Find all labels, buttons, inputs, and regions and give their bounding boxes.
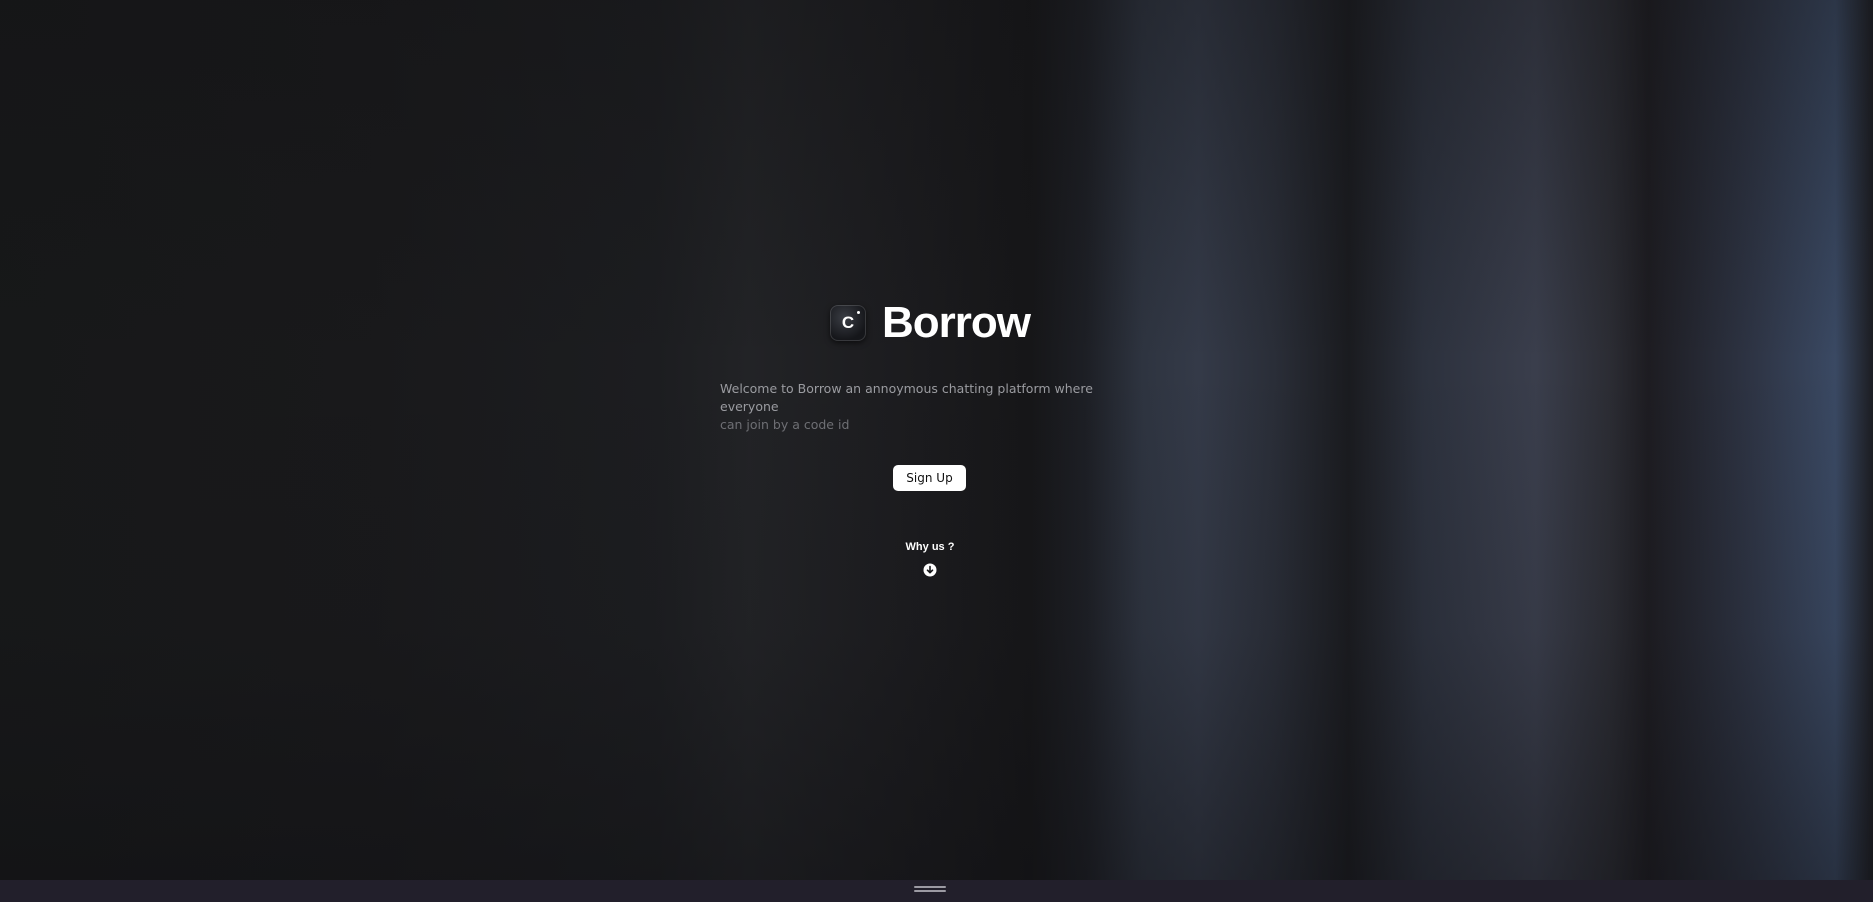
brand: C Borrow — [830, 298, 1031, 348]
brand-name: Borrow — [882, 298, 1031, 347]
tagline: Welcome to Borrow an annoymous chatting … — [720, 380, 1140, 434]
tagline-line-1: Welcome to Borrow an annoymous chatting … — [720, 381, 1093, 414]
page: C Borrow Welcome to Borrow an annoymous … — [0, 0, 1873, 902]
logo-letter: C — [841, 313, 855, 332]
brand-logo-icon: C — [830, 305, 866, 341]
drag-handle-icon[interactable] — [914, 886, 946, 895]
bottom-bar — [0, 880, 1873, 902]
sign-up-button[interactable]: Sign Up — [893, 465, 966, 491]
why-us-label[interactable]: Why us ? — [880, 541, 980, 553]
arrow-down-circle-icon[interactable] — [923, 563, 937, 577]
hero-section: C Borrow Welcome to Borrow an annoymous … — [0, 0, 1873, 880]
logo-dot — [857, 311, 860, 314]
tagline-line-2: can join by a code id — [720, 417, 850, 432]
